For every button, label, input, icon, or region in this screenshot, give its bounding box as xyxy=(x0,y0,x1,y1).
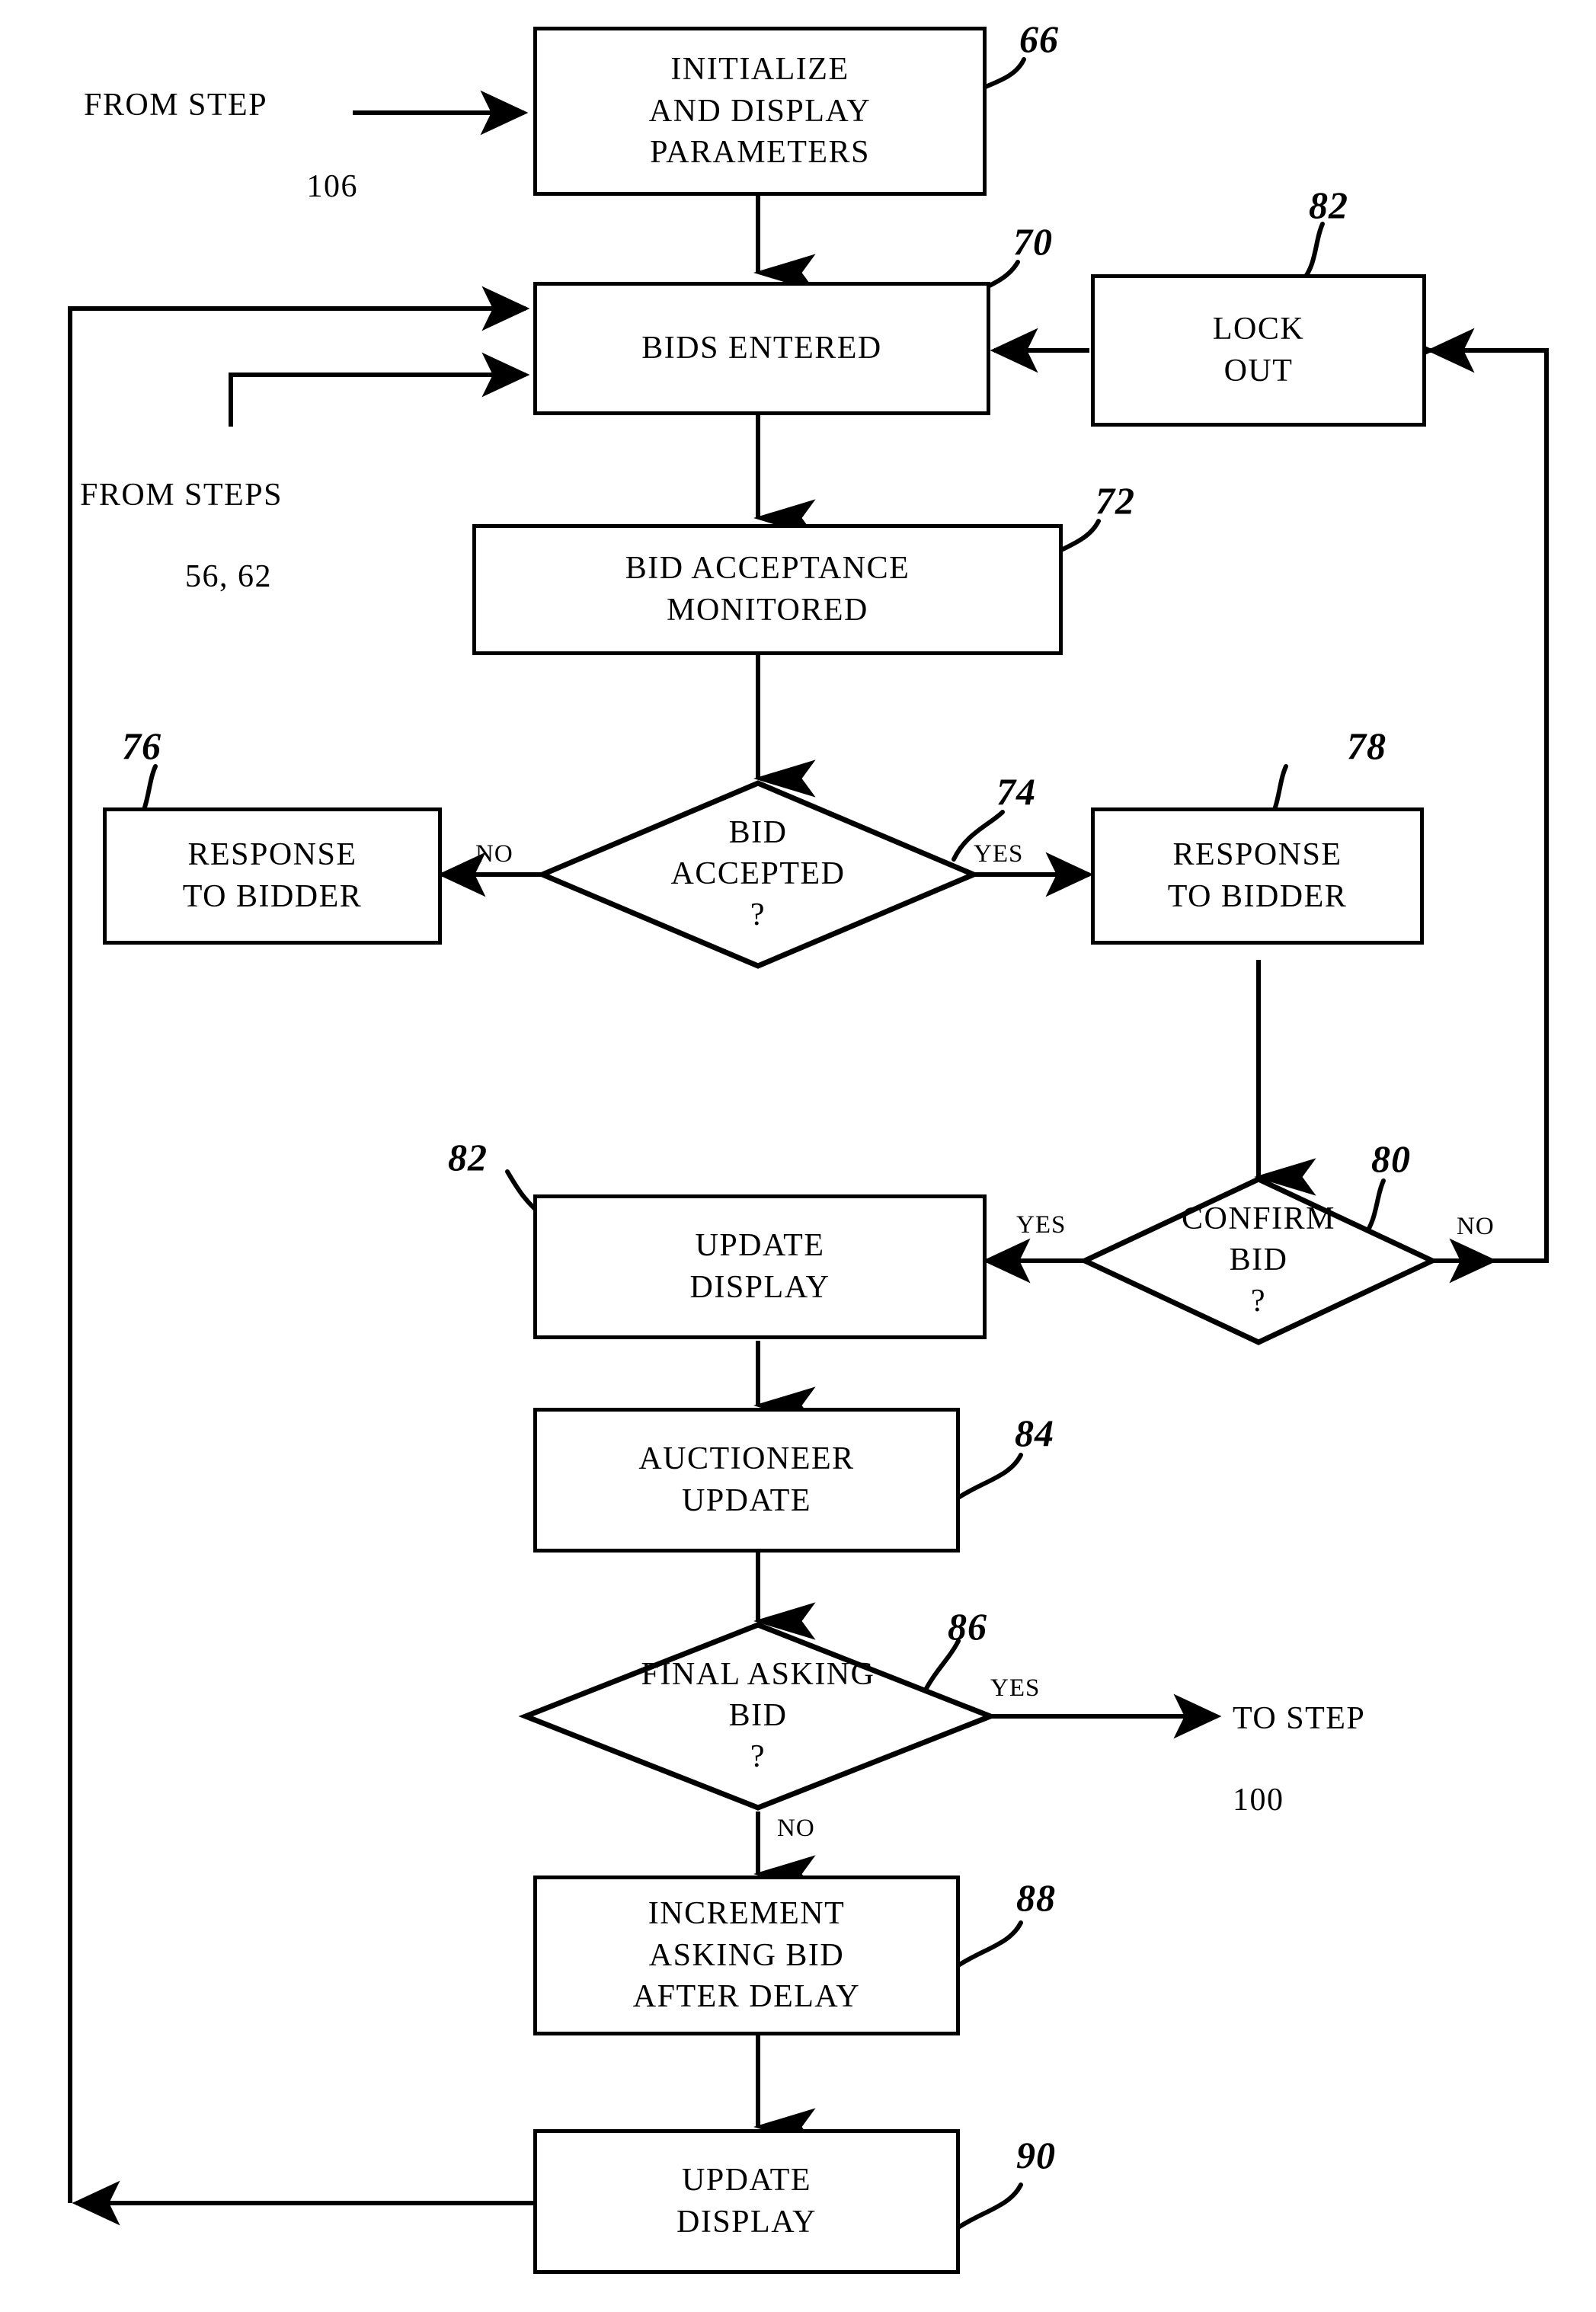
edge-label-bid-accepted-yes: YES xyxy=(974,840,1024,868)
node-label: UPDATE DISPLAY xyxy=(689,1228,830,1305)
entry-label-from-steps-56-62: FROM STEPS 56, 62 xyxy=(80,434,377,639)
node-label: INITIALIZE AND DISPLAY PARAMETERS xyxy=(648,52,872,171)
node-response-to-bidder-no[interactable]: RESPONSE TO BIDDER xyxy=(103,807,442,945)
node-label: LOCK OUT xyxy=(1212,312,1305,389)
node-increment-asking-bid-after-delay[interactable]: INCREMENT ASKING BID AFTER DELAY xyxy=(533,1876,960,2035)
ref-numeral-82-update-display: 82 xyxy=(448,1136,488,1178)
ref-numeral-70: 70 xyxy=(1013,220,1053,263)
entry-label-from-step-106: FROM STEP 106 xyxy=(84,44,358,249)
entry-line-1: FROM STEPS xyxy=(80,477,283,513)
node-label: BID ACCEPTANCE MONITORED xyxy=(625,551,910,628)
node-confirm-bid-decision[interactable]: CONFIRM BID ? xyxy=(1085,1179,1432,1342)
ref-numeral-90: 90 xyxy=(1016,2134,1056,2176)
figure-canvas: INITIALIZE AND DISPLAY PARAMETERS BIDS E… xyxy=(0,0,1596,2312)
entry-line-2: 56, 62 xyxy=(185,559,272,595)
exit-line-1: TO STEP xyxy=(1233,1700,1366,1736)
ref-numeral-80: 80 xyxy=(1371,1137,1411,1180)
ref-numeral-72: 72 xyxy=(1095,479,1135,522)
entry-line-2: 106 xyxy=(306,169,358,205)
node-label: UPDATE DISPLAY xyxy=(676,2163,817,2240)
node-label: AUCTIONEER UPDATE xyxy=(638,1441,855,1518)
ref-numeral-84: 84 xyxy=(1015,1412,1054,1454)
edge-label-final-asking-bid-yes: YES xyxy=(990,1674,1041,1702)
node-bid-acceptance-monitored[interactable]: BID ACCEPTANCE MONITORED xyxy=(472,524,1063,655)
node-label: RESPONSE TO BIDDER xyxy=(1167,837,1348,914)
edge-label-bid-accepted-no: NO xyxy=(475,840,513,868)
node-label: CONFIRM BID ? xyxy=(1182,1201,1335,1319)
ref-numeral-74: 74 xyxy=(996,770,1036,813)
edge-label-confirm-bid-yes: YES xyxy=(1016,1211,1067,1239)
ref-numeral-82-lock-out: 82 xyxy=(1309,184,1348,226)
entry-line-1: FROM STEP xyxy=(84,87,268,123)
node-label: FINAL ASKING BID ? xyxy=(641,1657,875,1774)
exit-label-to-step-100: TO STEP 100 xyxy=(1233,1658,1484,1863)
ref-numeral-88: 88 xyxy=(1016,1876,1056,1919)
node-update-display-bottom[interactable]: UPDATE DISPLAY xyxy=(533,2129,960,2274)
node-bids-entered[interactable]: BIDS ENTERED xyxy=(533,282,990,415)
node-auctioneer-update[interactable]: AUCTIONEER UPDATE xyxy=(533,1408,960,1553)
ref-numeral-86: 86 xyxy=(948,1605,987,1648)
node-label: RESPONSE TO BIDDER xyxy=(182,837,363,914)
node-lock-out[interactable]: LOCK OUT xyxy=(1091,274,1426,427)
node-label: BIDS ENTERED xyxy=(641,331,882,366)
node-initialize-and-display-parameters[interactable]: INITIALIZE AND DISPLAY PARAMETERS xyxy=(533,27,987,196)
ref-numeral-66: 66 xyxy=(1019,18,1059,60)
node-label: INCREMENT ASKING BID AFTER DELAY xyxy=(632,1896,861,2015)
node-update-display-mid[interactable]: UPDATE DISPLAY xyxy=(533,1194,987,1339)
edge-label-confirm-bid-no: NO xyxy=(1457,1213,1495,1240)
node-final-asking-bid-decision[interactable]: FINAL ASKING BID ? xyxy=(526,1625,990,1808)
node-label: BID ACCEPTED ? xyxy=(670,815,846,932)
ref-numeral-78: 78 xyxy=(1347,724,1387,767)
ref-numeral-76: 76 xyxy=(122,724,162,767)
exit-line-2: 100 xyxy=(1233,1783,1284,1818)
edge-label-final-asking-bid-no: NO xyxy=(777,1815,815,1842)
node-response-to-bidder-yes[interactable]: RESPONSE TO BIDDER xyxy=(1091,807,1424,945)
node-bid-accepted-decision[interactable]: BID ACCEPTED ? xyxy=(542,783,974,966)
